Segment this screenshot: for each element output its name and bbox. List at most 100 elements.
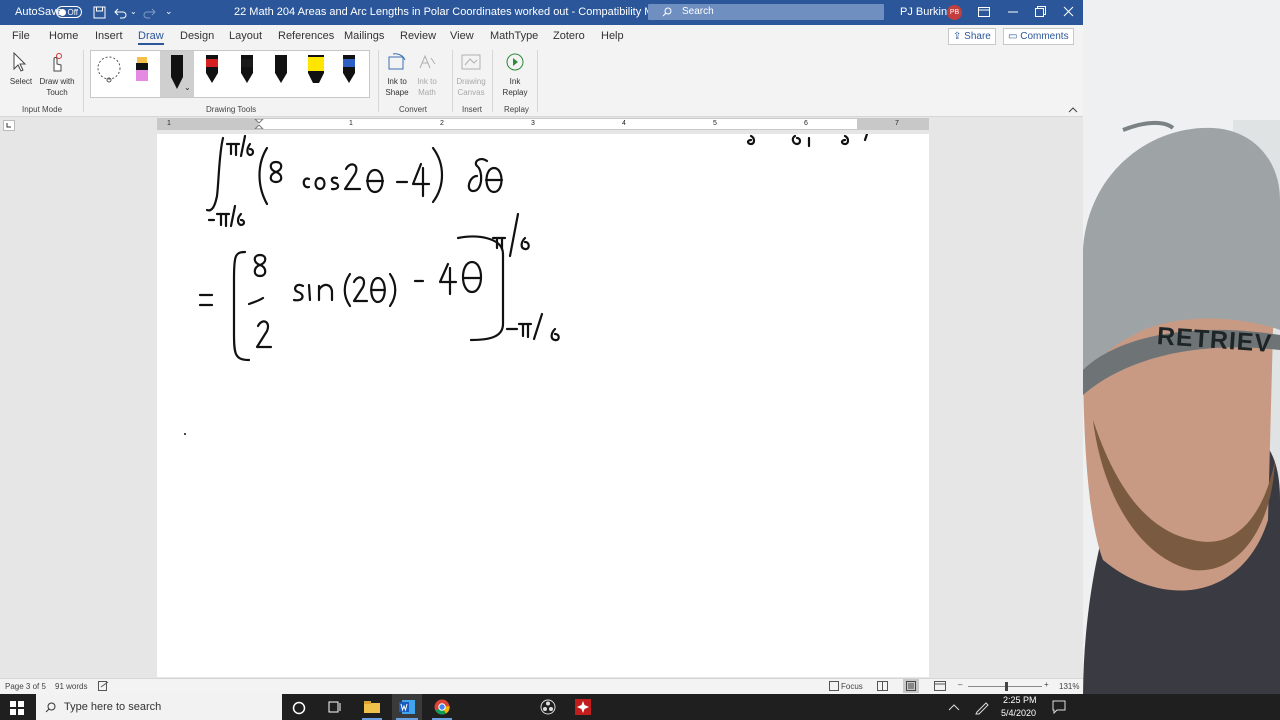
print-layout-button[interactable] (903, 679, 919, 693)
lasso-select-icon[interactable] (95, 55, 125, 85)
menu-view[interactable]: View (450, 30, 474, 42)
notifications-icon[interactable] (1052, 700, 1066, 714)
save-icon[interactable] (93, 6, 106, 19)
ink-to-shape-button[interactable]: Ink to Shape (380, 76, 414, 98)
group-divider (537, 50, 538, 112)
chrome-icon[interactable] (434, 699, 450, 715)
ruler-number: 3 (531, 120, 535, 127)
ruler-left-margin (158, 119, 258, 129)
ink-replay-icon (506, 53, 524, 71)
taskbar-search-text: Type here to search (64, 701, 162, 713)
word-icon (399, 700, 415, 714)
pen-black-icon[interactable] (239, 53, 255, 85)
user-name[interactable]: PJ Burkins (900, 6, 953, 18)
share-button[interactable]: ⇪ Share (948, 28, 996, 45)
eraser-icon[interactable] (135, 55, 149, 85)
clock-time[interactable]: 2:25 PM (1003, 695, 1037, 705)
left-tab-icon (6, 123, 11, 128)
select-button[interactable]: Select (4, 76, 38, 87)
search-icon (662, 7, 672, 17)
pen-tip (308, 57, 324, 71)
menu-references[interactable]: References (278, 30, 334, 42)
title-bar: AutoSave Off ⌄ ⌄ 22 Math 204 Areas and A… (0, 0, 1083, 25)
pen-red-icon[interactable] (204, 53, 220, 85)
web-layout-icon[interactable] (934, 681, 946, 691)
pen-workspace-icon[interactable] (974, 699, 990, 715)
menu-help[interactable]: Help (601, 30, 624, 42)
show-hidden-icons-icon[interactable] (948, 703, 960, 711)
customize-toolbar-icon[interactable]: ⌄ (165, 6, 173, 17)
menu-review[interactable]: Review (400, 30, 436, 42)
file-explorer-icon[interactable] (363, 700, 381, 714)
ink-to-math-button[interactable]: Ink to Math (410, 76, 444, 98)
draw-with-touch-button[interactable]: Draw with Touch (36, 76, 78, 98)
task-view-icon[interactable] (327, 700, 343, 714)
ribbon-display-icon[interactable] (978, 7, 990, 17)
horizontal-ruler[interactable]: 1 1 2 3 4 5 6 7 (157, 118, 929, 130)
pen-blue-galaxy-icon[interactable] (341, 53, 359, 85)
search-placeholder: Search (682, 6, 714, 17)
group-divider (378, 50, 379, 112)
indent-marker-icon[interactable] (254, 119, 264, 129)
pen-gray-icon[interactable] (273, 53, 289, 85)
obs-icon[interactable] (540, 699, 556, 715)
redo-icon[interactable] (142, 6, 156, 19)
windows-start-icon[interactable] (10, 701, 24, 715)
menu-layout[interactable]: Layout (229, 30, 262, 42)
page-count[interactable]: Page 3 of 5 (5, 682, 46, 691)
pen-body (171, 55, 183, 89)
cortana-icon[interactable] (292, 701, 306, 715)
pen-black-selected-icon[interactable] (169, 53, 185, 91)
menu-file[interactable]: File (12, 30, 30, 42)
close-icon[interactable] (1063, 6, 1074, 17)
menu-home[interactable]: Home (49, 30, 78, 42)
clock-date[interactable]: 5/4/2020 (1001, 708, 1036, 718)
word-count[interactable]: 91 words (55, 682, 87, 691)
taskbar: Type here to search 2:25 PM 5/4/2020 (0, 694, 1280, 720)
minimize-icon[interactable] (1008, 11, 1018, 13)
replay-group-label: Replay (504, 105, 529, 114)
comments-button[interactable]: ▭ Comments (1003, 28, 1074, 45)
menu-mailings[interactable]: Mailings (344, 30, 384, 42)
menu-zotero[interactable]: Zotero (553, 30, 585, 42)
ink-replay-button[interactable]: Ink Replay (498, 76, 532, 98)
handwritten-ink-math (184, 134, 869, 435)
draw-with-touch-icon (53, 53, 62, 72)
group-divider (492, 50, 493, 112)
read-mode-icon[interactable] (877, 681, 888, 691)
document-page[interactable] (157, 134, 929, 677)
pen-dropdown-icon[interactable]: ⌄ (184, 83, 191, 92)
menu-mathtype[interactable]: MathType (490, 30, 538, 42)
avatar[interactable]: PB (947, 5, 962, 20)
menu-design[interactable]: Design (180, 30, 214, 42)
ruler-number: 2 (440, 120, 444, 127)
zotero-app-icon[interactable] (575, 699, 591, 715)
drawing-canvas-icon (461, 54, 481, 70)
ruler-right-margin (857, 119, 928, 129)
undo-icon[interactable] (114, 6, 128, 19)
focus-icon (829, 681, 839, 691)
zoom-slider-thumb[interactable] (1005, 682, 1008, 691)
collapse-ribbon-icon[interactable] (1068, 106, 1078, 113)
word-taskbar-button[interactable] (392, 694, 422, 720)
zoom-out-icon[interactable]: – (958, 680, 962, 689)
taskbar-search-box[interactable]: Type here to search (36, 694, 282, 720)
proofing-icon[interactable] (98, 681, 109, 691)
undo-dropdown-icon[interactable]: ⌄ (130, 7, 137, 16)
ruler-number: 4 (622, 120, 626, 127)
ink-to-shape-icon (388, 53, 406, 70)
focus-button[interactable]: Focus (841, 682, 863, 691)
menu-draw[interactable]: Draw (138, 30, 164, 45)
zoom-level[interactable]: 131% (1059, 682, 1079, 691)
menu-bar: File Home Insert Draw Design Layout Refe… (0, 25, 1083, 46)
zoom-in-icon[interactable]: + (1044, 680, 1049, 689)
pen-tip (343, 59, 355, 67)
highlighter-yellow-icon[interactable] (306, 53, 326, 85)
tab-stop-selector[interactable] (3, 120, 15, 131)
autosave-toggle[interactable]: Off (56, 6, 82, 18)
restore-icon[interactable] (1035, 6, 1046, 17)
print-layout-icon (906, 681, 916, 691)
menu-insert[interactable]: Insert (95, 30, 123, 42)
search-box[interactable]: Search (648, 4, 884, 20)
drawing-canvas-button[interactable]: Drawing Canvas (452, 76, 490, 98)
